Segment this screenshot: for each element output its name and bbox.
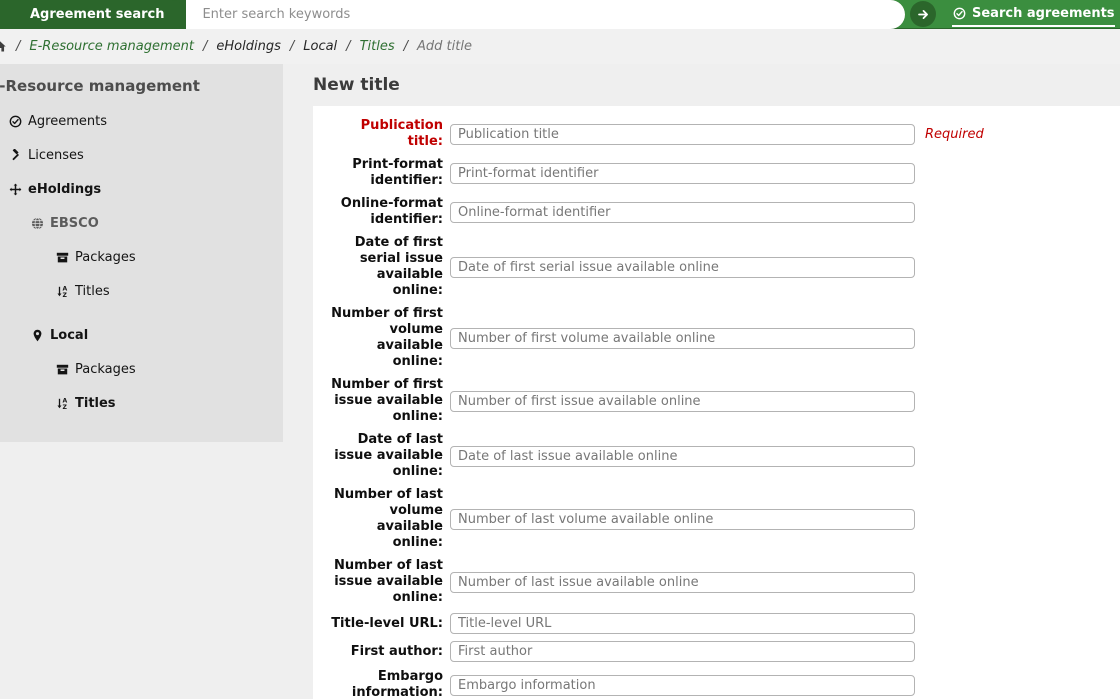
label-number-of-first-volume-available-online: Number of first volume available online: [329,306,443,370]
box-archive-icon [55,362,69,376]
label-date-of-first-serial-issue-available-online: Date of first serial issue available onl… [329,235,443,299]
form-row-number-of-first-issue-available-online: Number of first issue available online: [329,377,1120,425]
input-number-of-last-issue-available-online[interactable] [450,572,915,593]
sort-alpha-icon: AZ [55,284,69,298]
input-print-format-identifier[interactable] [450,163,915,184]
label-number-of-last-issue-available-online: Number of last issue available online: [329,558,443,606]
input-title-level-url[interactable] [450,613,915,634]
label-print-format-identifier: Print-format identifier: [329,157,443,189]
breadcrumb-add-title: Add title [417,39,472,54]
form-row-publication-title: Publication title: Required [329,118,1120,150]
agreement-search-scope-button[interactable]: Agreement search [0,0,186,29]
topbar-search-tabs: Search agreementsSea [952,2,1120,27]
input-embargo-information[interactable] [450,675,915,696]
topbar-tab-label: Search agreements [972,6,1115,21]
globe-icon [30,216,44,230]
arrows-move-icon [8,182,22,196]
breadcrumb-separator: / [16,39,20,54]
input-number-of-first-issue-available-online[interactable] [450,391,915,412]
keyword-search-input[interactable] [186,0,905,29]
sort-alpha-icon: AZ [55,396,69,410]
sidebar-item-label: Agreements [28,114,107,129]
label-publication-title: Publication title: [329,118,443,150]
label-date-of-last-issue-available-online: Date of last issue available online: [329,432,443,480]
sidebar-item-label: eHoldings [28,182,101,197]
breadcrumb-separator: / [290,39,294,54]
input-date-of-first-serial-issue-available-online[interactable] [450,257,915,278]
search-pill-group: Agreement search [0,0,905,29]
sidebar-item-label: Titles [75,396,116,411]
sidebar-item-label: Local [50,328,88,343]
home-icon[interactable] [0,40,7,53]
label-title-level-url: Title-level URL: [329,616,443,632]
sidebar-item-licenses-1[interactable]: Licenses [0,138,283,172]
check-circle-icon [952,7,966,21]
form-row-number-of-last-volume-available-online: Number of last volume available online: [329,487,1120,551]
form-row-embargo-information: Embargo information: [329,669,1120,699]
sidebar-item-label: Packages [75,362,136,377]
location-pin-icon [30,328,44,342]
page-content: E-Resource management Agreements Licenses… [0,64,1120,699]
sidebar-item-label: Licenses [28,148,84,163]
breadcrumb-separator: / [203,39,207,54]
sidebar-menu: Agreements Licenses eHoldings EBSCO Packages… [0,104,283,420]
submit-search-button[interactable] [910,1,936,27]
top-search-bar: Agreement search Search agreementsSea [0,0,1120,29]
erm-sidebar: E-Resource management Agreements Licenses… [0,64,283,442]
input-online-format-identifier[interactable] [450,202,915,223]
box-archive-icon [55,250,69,264]
sidebar-item-ebsco-3[interactable]: EBSCO [0,206,283,240]
sidebar-item-titles-8[interactable]: AZ Titles [0,386,283,420]
breadcrumb-local: Local [303,39,337,54]
form-row-title-level-url: Title-level URL: [329,613,1120,634]
arrow-right-icon [916,7,930,21]
input-publication-title[interactable] [450,124,915,145]
page-title: New title [313,75,400,95]
sidebar-item-agreements-0[interactable]: Agreements [0,104,283,138]
sidebar-item-packages-4[interactable]: Packages [0,240,283,274]
form-row-print-format-identifier: Print-format identifier: [329,157,1120,189]
input-number-of-first-volume-available-online[interactable] [450,328,915,349]
new-title-form: Publication title: Required Print-format i… [313,106,1120,699]
sidebar-item-local-6[interactable]: Local [0,318,283,352]
form-row-first-author: First author: [329,641,1120,662]
breadcrumb-eholdings: eHoldings [216,39,280,54]
form-row-date-of-first-serial-issue-available-online: Date of first serial issue available onl… [329,235,1120,299]
breadcrumb-separator: / [346,39,350,54]
breadcrumb-titles[interactable]: Titles [360,39,395,54]
form-row-online-format-identifier: Online-format identifier: [329,196,1120,228]
input-number-of-last-volume-available-online[interactable] [450,509,915,530]
sidebar-heading: E-Resource management [0,77,283,95]
sidebar-item-titles-5[interactable]: AZ Titles [0,274,283,308]
breadcrumb-separator: / [404,39,408,54]
sidebar-item-packages-7[interactable]: Packages [0,352,283,386]
required-note: Required [925,127,984,142]
sidebar-item-eholdings-2[interactable]: eHoldings [0,172,283,206]
label-embargo-information: Embargo information: [329,669,443,699]
label-first-author: First author: [329,644,443,660]
label-number-of-first-issue-available-online: Number of first issue available online: [329,377,443,425]
label-number-of-last-volume-available-online: Number of last volume available online: [329,487,443,551]
check-circle-icon [8,114,22,128]
form-row-date-of-last-issue-available-online: Date of last issue available online: [329,432,1120,480]
input-first-author[interactable] [450,641,915,662]
form-row-number-of-first-volume-available-online: Number of first volume available online: [329,306,1120,370]
form-row-number-of-last-issue-available-online: Number of last issue available online: [329,558,1120,606]
svg-text:Z: Z [62,292,67,298]
sidebar-item-label: Packages [75,250,136,265]
topbar-tab-search-agreements[interactable]: Search agreements [952,3,1115,27]
breadcrumb-e-resource-management[interactable]: E-Resource management [29,39,194,54]
breadcrumb: / E-Resource management / eHoldings / Local / T… [0,29,1120,64]
sidebar-item-label: EBSCO [50,216,99,231]
input-date-of-last-issue-available-online[interactable] [450,446,915,467]
sidebar-item-label: Titles [75,284,110,299]
gavel-icon [8,148,22,162]
label-online-format-identifier: Online-format identifier: [329,196,443,228]
svg-text:Z: Z [62,404,67,410]
